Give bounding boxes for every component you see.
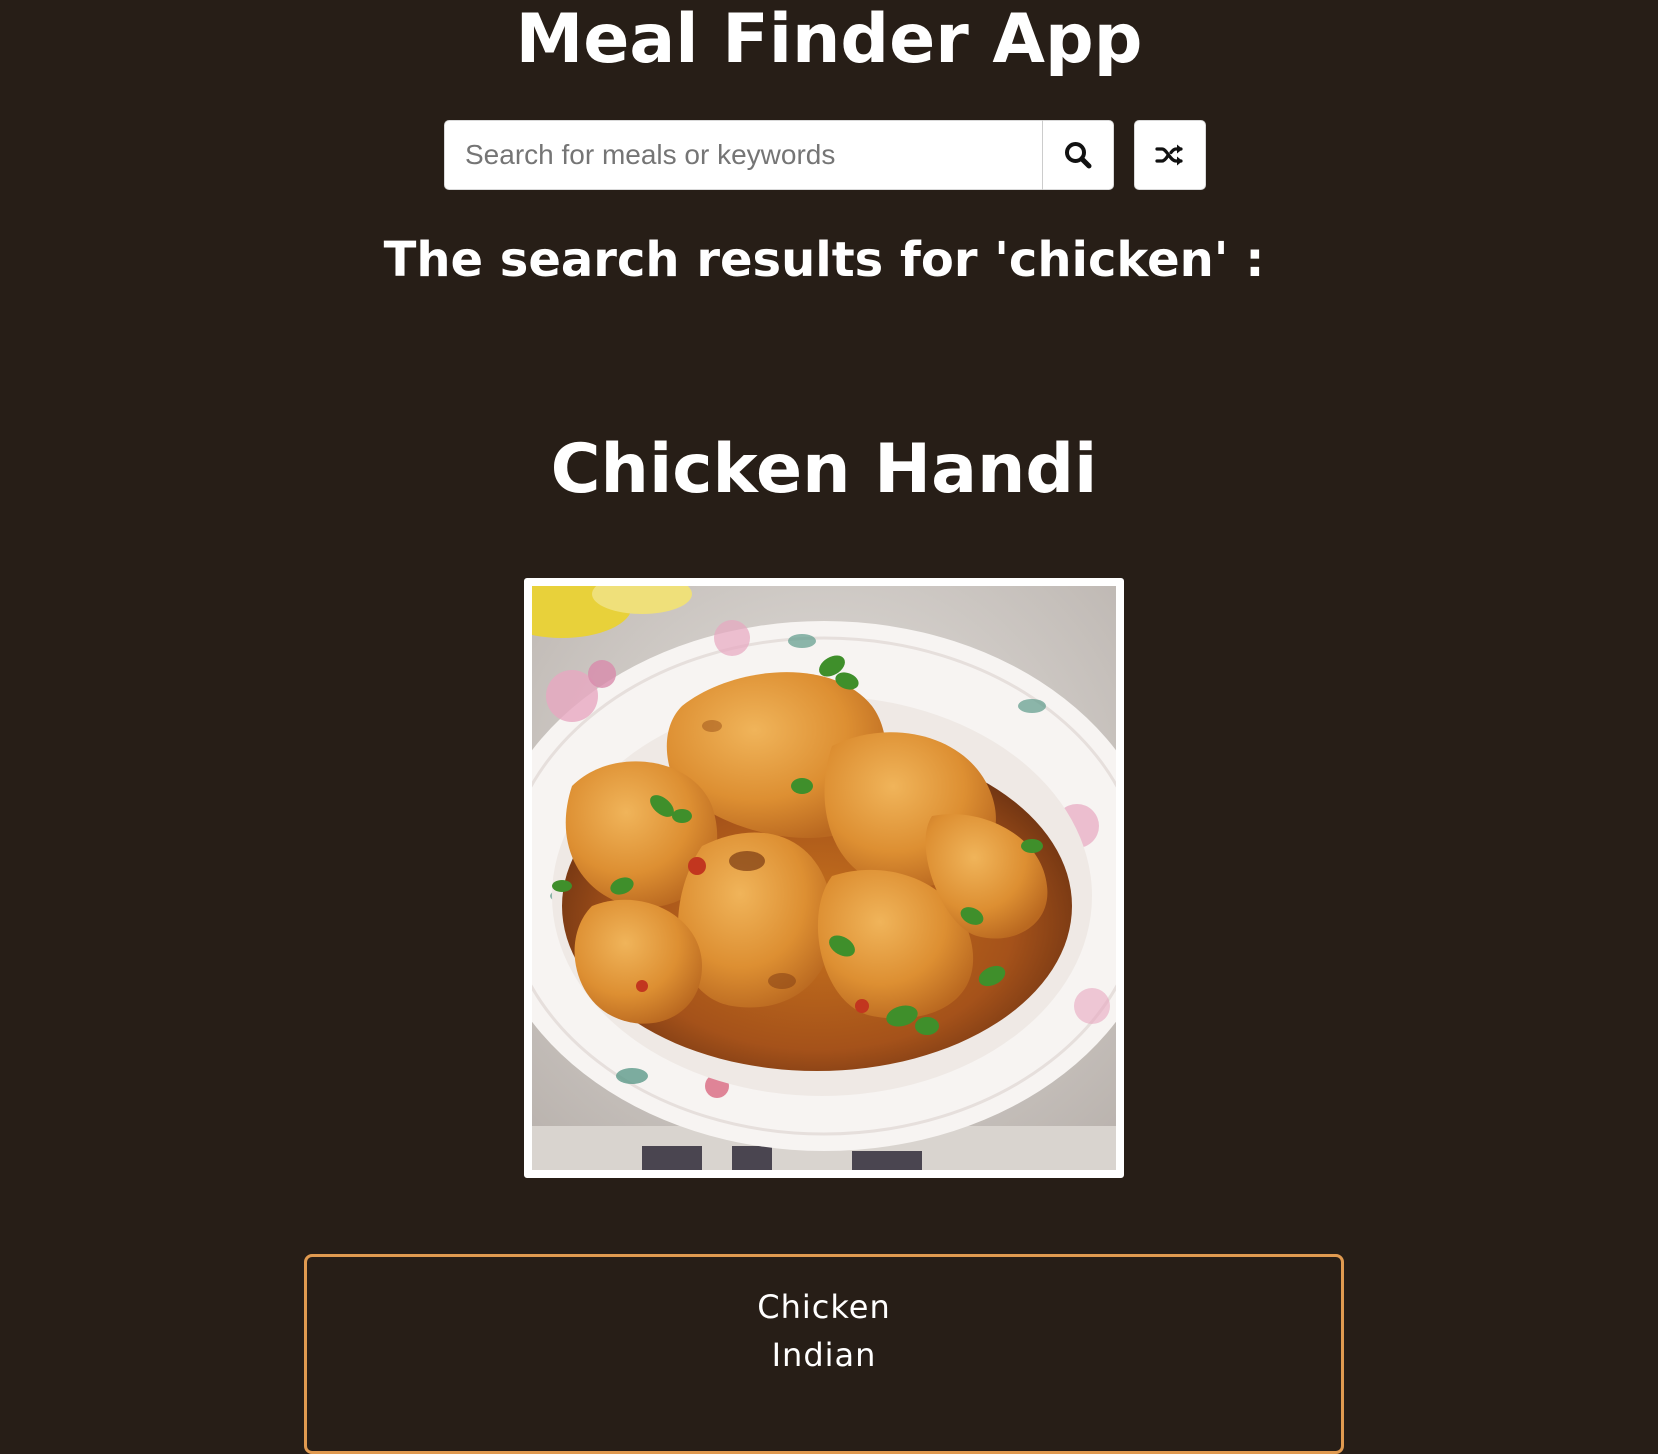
meal-area: Indian: [771, 1336, 877, 1374]
app-title: Meal Finder App: [515, 0, 1143, 79]
search-button[interactable]: [1042, 120, 1114, 190]
meal-title: Chicken Handi: [550, 430, 1098, 509]
shuffle-icon: [1155, 144, 1183, 166]
search-icon: [1065, 142, 1092, 169]
search-input[interactable]: [444, 120, 1042, 190]
meal-photo: [532, 586, 1116, 1170]
search-form: [444, 120, 1206, 190]
results-heading: The search results for 'chicken' :: [383, 232, 1265, 288]
meal-category: Chicken: [757, 1288, 891, 1326]
random-meal-button[interactable]: [1134, 120, 1206, 190]
meal-info-box: Chicken Indian: [304, 1254, 1344, 1454]
meal-image[interactable]: [524, 578, 1124, 1178]
